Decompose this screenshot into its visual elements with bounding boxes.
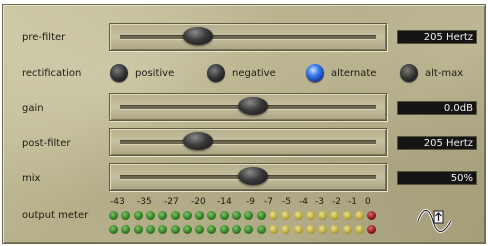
meter-scale-label: 0 [365,197,371,207]
meter-scale-label: -27 [164,197,179,207]
radio-negative[interactable] [207,64,225,82]
meter-led [281,211,291,220]
meter-led [281,225,291,234]
meter-led [268,225,278,234]
meter-led [195,225,205,234]
meter-led [355,225,364,234]
pre-filter-label: pre-filter [22,32,66,43]
radio-positive[interactable] [110,64,128,82]
meter-led [232,225,241,234]
slider-rail [120,35,376,40]
radio-negative-label: negative [232,68,276,79]
meter-led [232,211,241,220]
meter-led [330,225,340,234]
meter-led [293,211,303,220]
meter-scale-label: -35 [137,197,152,207]
meter-led [207,211,217,220]
gain-slider[interactable] [109,93,387,121]
meter-led [342,225,352,234]
meter-led [219,211,229,220]
meter-led [367,225,377,234]
meter-led [158,225,168,234]
pre-filter-value: 205 Hertz [397,30,477,44]
meter-led [355,211,364,220]
meter-scale-label: -5 [282,197,291,207]
radio-positive-label: positive [135,68,175,79]
radio-alternate[interactable] [306,64,324,82]
gain-knob[interactable] [237,97,268,115]
meter-led [268,211,278,220]
meter-scale-label: -2 [332,197,341,207]
meter-led [244,211,254,220]
meter-led [182,211,192,220]
meter-scale-label: -1 [348,197,357,207]
meter-scale-label: -3 [315,197,324,207]
pre-filter-knob[interactable] [183,27,214,45]
slider-rail [120,140,376,145]
meter-led [244,225,254,234]
meter-led [207,225,217,234]
meter-led [219,225,229,234]
rectification-label: rectification [22,68,82,79]
meter-led [109,211,118,220]
mix-value: 50% [397,171,477,185]
meter-led [182,225,192,234]
radio-alt-max-label: alt-max [425,68,464,79]
meter-scale-label: -9 [246,197,255,207]
meter-led [133,225,143,234]
meter-led [195,211,205,220]
waveform-logo-icon [416,209,453,233]
meter-led [170,225,180,234]
radio-alternate-label: alternate [331,68,377,79]
post-filter-value: 205 Hertz [397,136,477,150]
meter-led [305,211,315,220]
meter-led [121,211,131,220]
gain-label: gain [22,103,44,114]
meter-led [293,225,303,234]
meter-led [318,225,328,234]
meter-scale-label: -43 [110,197,125,207]
post-filter-slider[interactable] [109,128,387,156]
meter-led [256,225,266,234]
plugin-panel: pre-filter 205 Hertz rectification posit… [2,4,486,244]
post-filter-knob[interactable] [183,132,214,150]
meter-led [305,225,315,234]
meter-led [342,211,352,220]
meter-led [133,211,143,220]
meter-led [170,211,180,220]
meter-scale-label: -14 [217,197,232,207]
post-filter-label: post-filter [22,138,71,149]
gain-value: 0.0dB [397,101,477,115]
meter-led [367,211,377,220]
mix-label: mix [22,173,41,184]
mix-slider[interactable] [109,163,387,191]
meter-led [256,211,266,220]
meter-scale-label: -7 [264,197,273,207]
meter-led [145,225,155,234]
meter-led [145,211,155,220]
meter-scale-label: -20 [191,197,206,207]
pre-filter-slider[interactable] [109,23,387,51]
meter-led [330,211,340,220]
meter-led [318,211,328,220]
meter-scale-label: -4 [299,197,308,207]
meter-led [121,225,131,234]
mix-knob[interactable] [237,167,268,185]
radio-alt-max[interactable] [400,64,418,82]
output-meter-label: output meter [22,210,89,221]
meter-led [158,211,168,220]
meter-led [109,225,118,234]
